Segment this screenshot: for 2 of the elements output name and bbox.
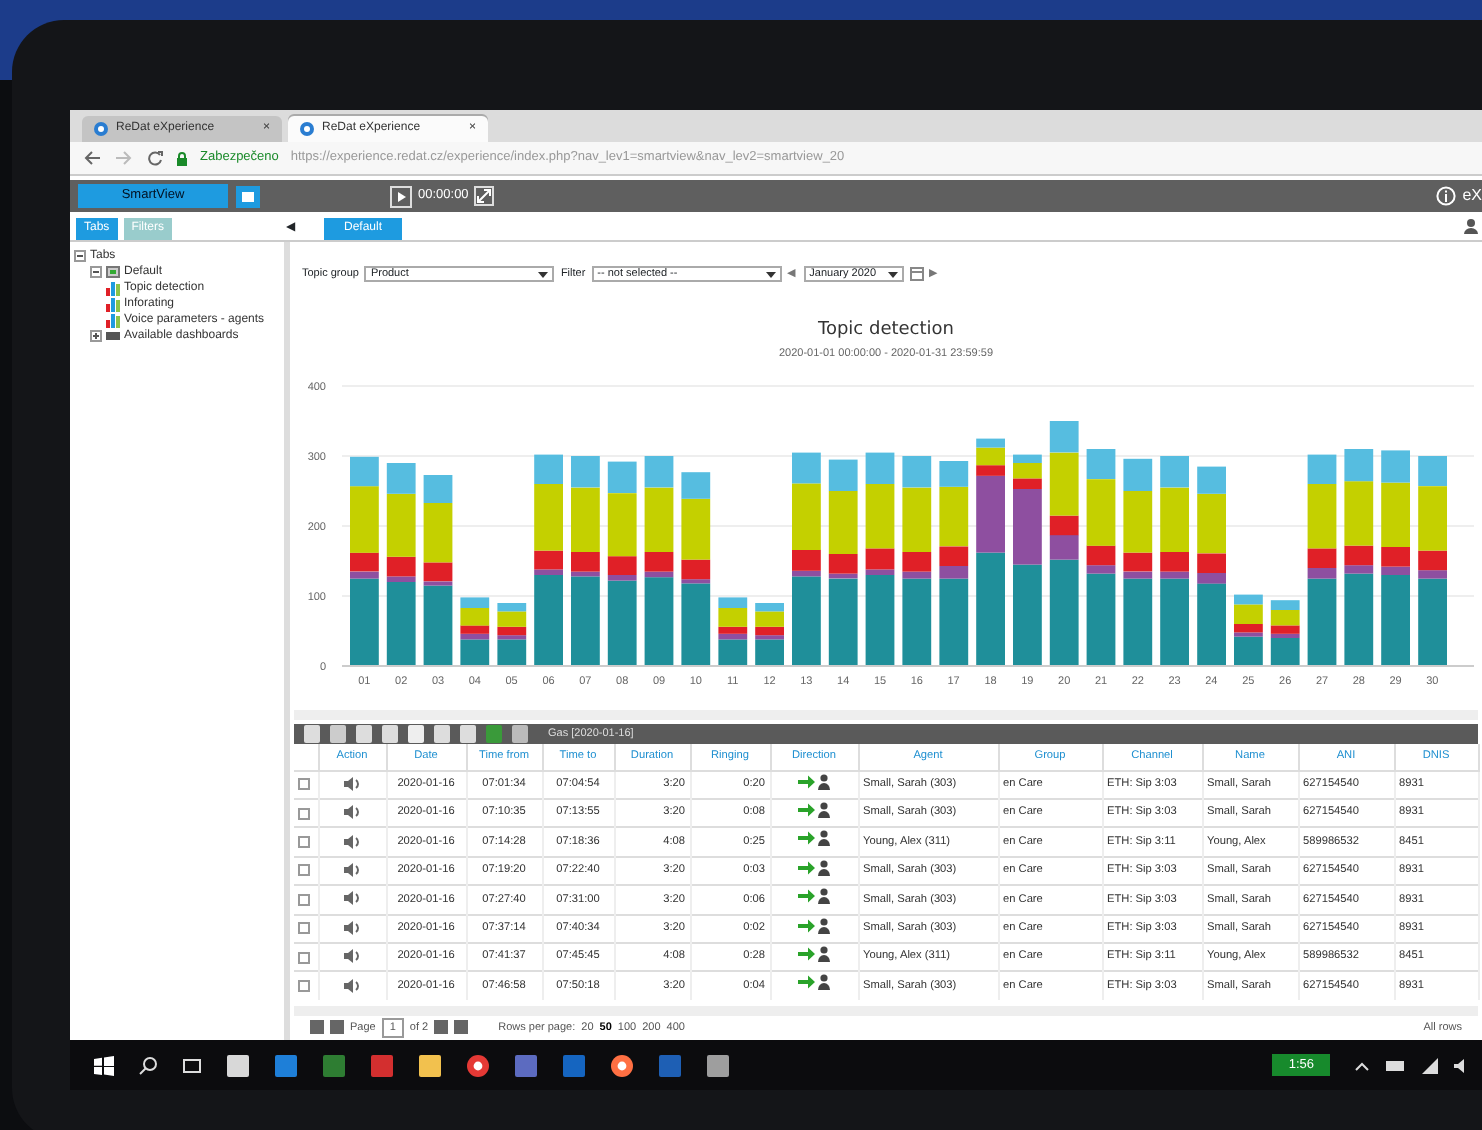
brand-text: eX: [1462, 184, 1482, 208]
chart-title: Topic detection: [815, 318, 956, 345]
